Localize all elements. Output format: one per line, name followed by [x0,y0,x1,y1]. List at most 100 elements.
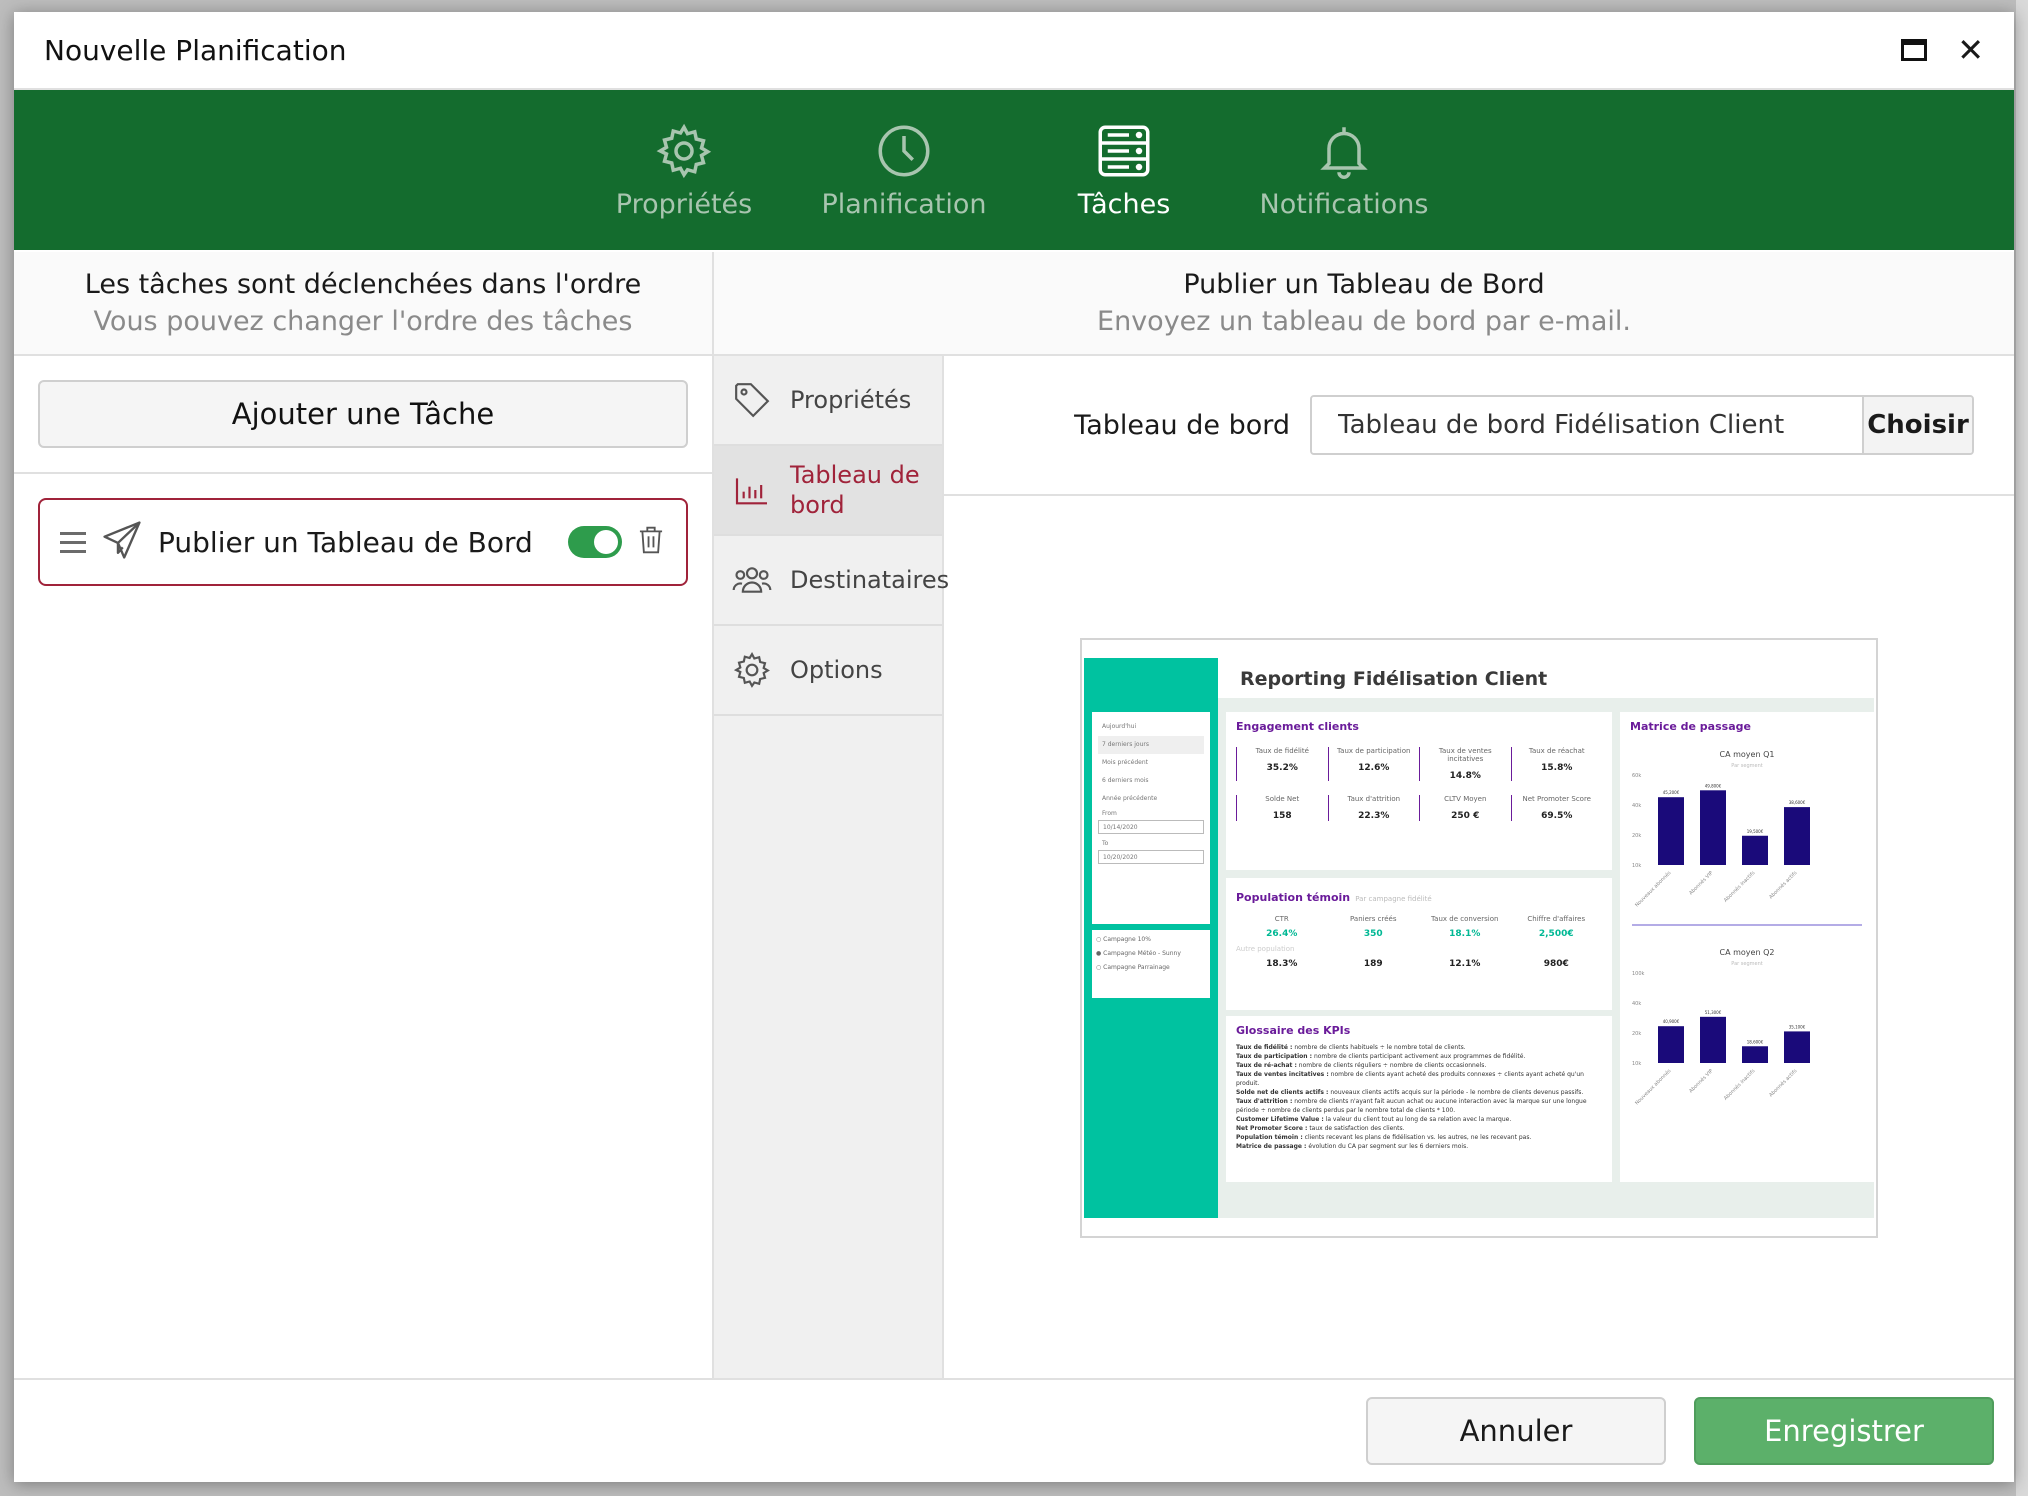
background-edge [2016,0,2028,1496]
glossary-panel: Glossaire des KPIs Taux de fidélité : no… [1226,1016,1612,1182]
population-value: 2,500€ [1538,929,1574,939]
population-col-header: Paniers créés [1350,915,1397,923]
campaign-option: ○ Campagne 10% [1096,936,1151,943]
dashboard-field-label: Tableau de bord [1074,409,1290,441]
chart-bar [1742,1046,1768,1063]
kpi-cell: Solde Net 158 [1236,795,1328,821]
x-tick-label: Abonnés VIP [1687,869,1714,896]
dialog-titlebar: Nouvelle Planification ✕ [14,12,2014,90]
task-label: Publier un Tableau de Bord [158,525,533,559]
gear-icon [656,123,712,178]
kpi-value: 35.2% [1266,763,1298,773]
tab-taches[interactable]: Tâches [1014,121,1234,220]
filter-option: Année précédente [1102,795,1158,802]
tab-notifications[interactable]: Notifications [1234,121,1454,220]
people-icon [732,567,772,593]
campaign-option: ○ Campagne Parrainage [1096,964,1170,971]
glossary-line: Customer Lifetime Value : la valeur du c… [1236,1116,1512,1123]
tab-planification[interactable]: Planification [794,121,1014,220]
planification-dialog: Nouvelle Planification ✕ Propriétés Plan… [14,12,2014,1482]
tag-icon [735,383,770,418]
y-tick-label: 40k [1632,1001,1641,1007]
kpi-label: Taux de fidélité [1255,747,1309,755]
population-value: 12.1% [1449,959,1481,969]
kpi-cell: Taux d'attrition 22.3% [1327,795,1420,821]
bar-value-label: 18,600€ [1747,1039,1764,1044]
population-col-header: Chiffre d'affaires [1527,915,1586,923]
glossary-line: Matrice de passage : évolution du CA par… [1236,1143,1469,1150]
tab-proprietes[interactable]: Propriétés [574,121,794,220]
population-title: Population témoin [1236,891,1351,904]
subnav-proprietes[interactable]: Propriétés [714,356,942,446]
chart-bar [1658,1026,1684,1063]
kpi-value: 250 € [1451,811,1480,821]
tab-label: Notifications [1259,188,1429,220]
kpi-cell: Taux de participation 12.6% [1327,747,1420,781]
task-list-header: Les tâches sont déclenchées dans l'ordre… [14,252,712,356]
chart-subtitle: Par segment [1731,961,1762,967]
filter-option: Aujourd'hui [1102,723,1137,730]
matrix-charts: CA moyen Q1 Par segment 60k 40k 20k 10k 45,200… [1632,750,1862,1106]
kpi-cell: Taux de fidélité 35.2% [1236,747,1328,781]
bar-value-label: 49,800€ [1705,783,1722,788]
tab-label: Tâches [1077,188,1171,220]
subnav-options[interactable]: Options [714,626,942,716]
send-icon [100,518,144,566]
chart-bar [1700,790,1726,865]
chart-bar [1784,1031,1810,1063]
task-list-panel: Les tâches sont déclenchées dans l'ordre… [14,252,714,1380]
x-tick-label: Abonnés actifs [1767,869,1798,900]
chart-title: CA moyen Q2 [1720,948,1775,957]
add-task-button[interactable]: Ajouter une Tâche [38,380,688,448]
kpi-cell: Net Promoter Score 69.5% [1510,795,1603,821]
trash-icon[interactable] [636,524,666,560]
glossary-line: Taux de fidélité : nombre de clients hab… [1236,1044,1466,1051]
dashboard-input[interactable] [1312,397,1862,453]
save-button[interactable]: Enregistrer [1694,1397,1994,1465]
glossary-line: Taux de participation : nombre de client… [1236,1053,1526,1060]
preview-campaign-filter: ○ Campagne 10% ● Campagne Météo - Sunny … [1092,930,1210,998]
population-value: 18.3% [1266,959,1298,969]
dashboard-preview: Reporting Fidélisation Client Aujourd'hu… [1080,638,1878,1238]
cancel-button[interactable]: Annuler [1366,1397,1666,1465]
x-tick-label: Abonnés VIP [1687,1067,1714,1094]
to-date: 10/20/2020 [1098,850,1204,864]
tab-label: Propriétés [615,188,753,220]
kpi-value: 14.8% [1449,771,1481,781]
population-note: Par campagne fidélité [1355,895,1432,903]
bar-value-label: 19,500€ [1747,829,1764,834]
glossary-line: Taux d'attrition : nombre de clients n'a… [1236,1098,1587,1114]
x-tick-label: Abonnés actifs [1767,1067,1798,1098]
glossary-line: Solde net de clients actifs : nouveaux c… [1236,1089,1584,1096]
preview-title: Reporting Fidélisation Client [1218,658,1874,698]
glossary-line: Population témoin : clients recevant les… [1236,1134,1532,1141]
drag-handle-icon[interactable] [60,531,86,553]
filter-option: 6 derniers mois [1102,777,1149,784]
y-tick-label: 10k [1632,863,1641,869]
subnav-destinataires[interactable]: Destinataires [714,536,949,626]
subnav-tableau-de-bord[interactable]: Tableau de bord [714,446,942,536]
task-detail-panel: Publier un Tableau de Bord Envoyez un ta… [714,252,2014,1380]
population-row-label: Autre population [1236,945,1295,953]
to-label: To [1102,840,1109,847]
kpi-value: 158 [1272,811,1292,821]
from-date: 10/14/2020 [1098,820,1204,834]
close-icon[interactable]: ✕ [1957,34,1984,66]
task-item[interactable]: Publier un Tableau de Bord [38,498,688,586]
tab-bar: Propriétés Planification Tâches Notifica… [14,90,2014,250]
task-enabled-toggle[interactable] [568,526,622,558]
y-tick-label: 40k [1632,803,1641,809]
x-tick-label: Abonnés inactifs [1722,1067,1756,1101]
task-detail-subtitle: Envoyez un tableau de bord par e-mail. [1097,306,1631,337]
kpi-label: Taux d'attrition [1347,795,1401,803]
glossary-line: Taux de ré-achat : nombre de clients rég… [1236,1062,1487,1069]
y-tick-label: 10k [1632,1061,1641,1067]
choose-dashboard-button[interactable]: Choisir [1862,397,1972,453]
kpi-cell: Taux de réachat 15.8% [1510,747,1603,781]
kpi-label: Taux de ventes incitatives [1438,747,1492,763]
task-list: Publier un Tableau de Bord [14,474,712,610]
bar-value-label: 38,600€ [1789,800,1806,805]
y-tick-label: 20k [1632,1031,1641,1037]
maximize-icon[interactable] [1901,39,1928,61]
chart-subtitle: Par segment [1731,763,1762,769]
